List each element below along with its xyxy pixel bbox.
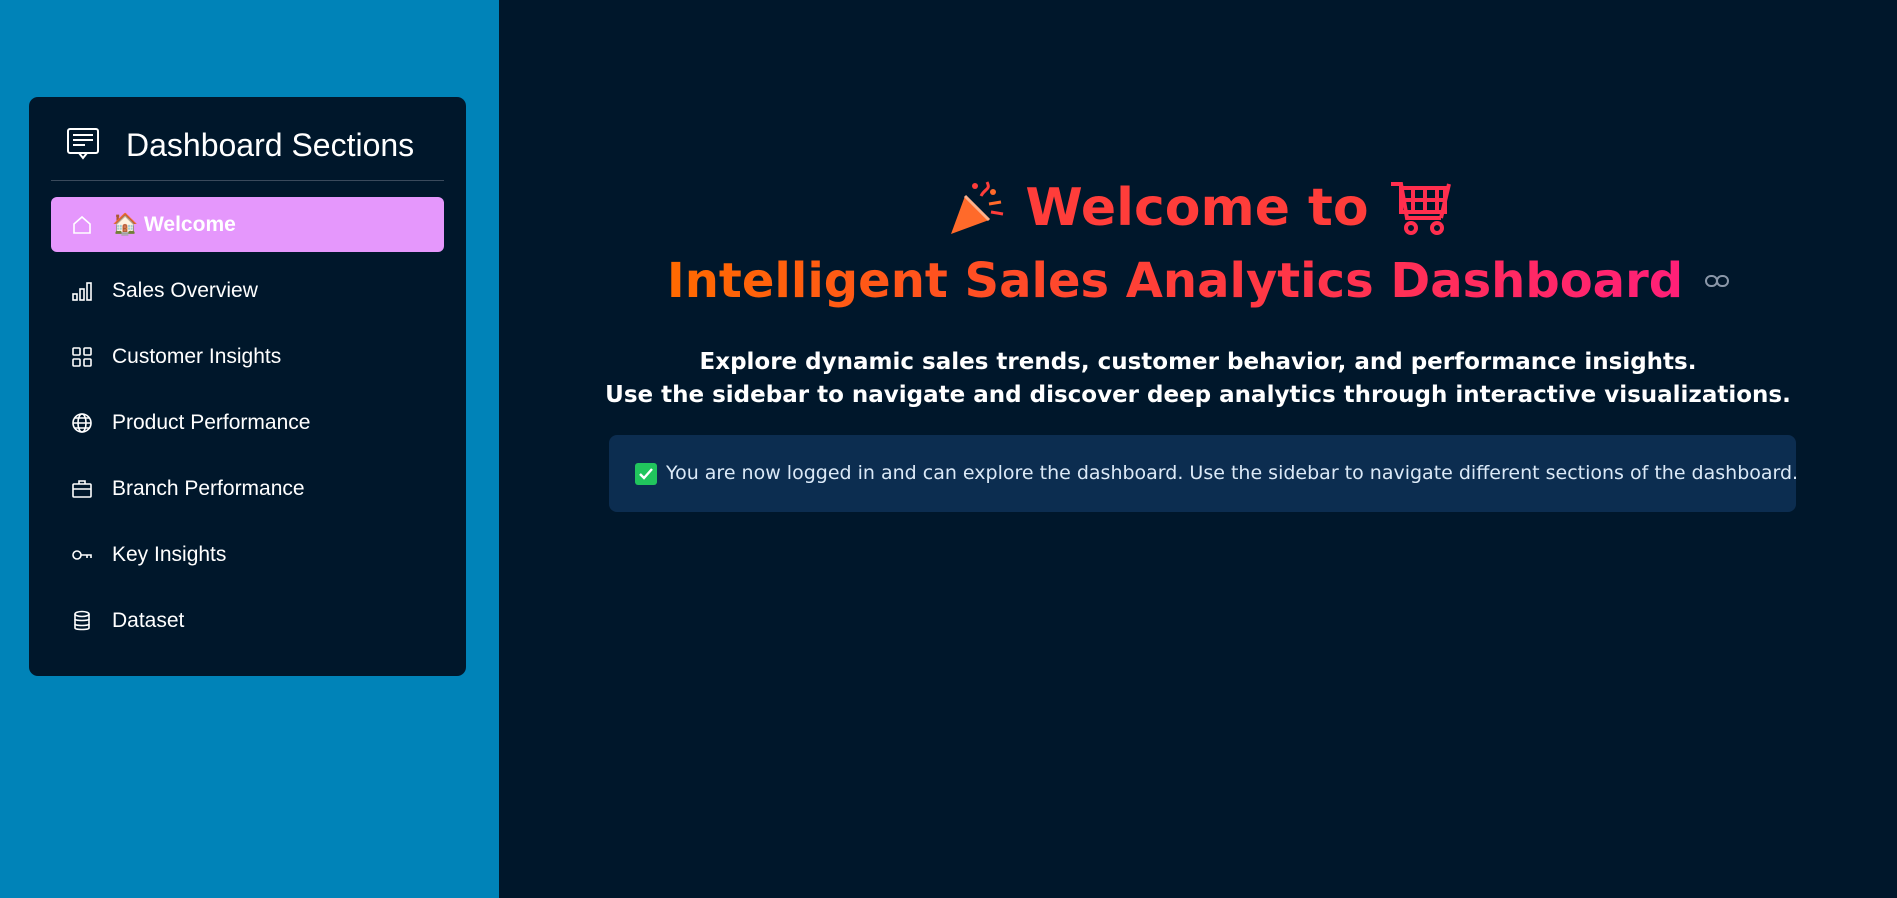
briefcase-icon xyxy=(71,478,93,500)
nav-item-label: Customer Insights xyxy=(112,345,282,368)
hero-title: Welcome to xyxy=(1025,178,1369,238)
nav-item-label: Branch Performance xyxy=(112,477,305,500)
app-root: Dashboard Sections 🏠 Welcome Sales Overv… xyxy=(0,0,1897,898)
grid-icon xyxy=(71,346,93,368)
nav-item-customer-insights[interactable]: Customer Insights xyxy=(51,329,444,384)
check-icon xyxy=(635,463,657,485)
nav-item-label: Product Performance xyxy=(112,411,311,434)
hero-heading-line1: Welcome to xyxy=(499,170,1897,246)
shopping-cart-icon xyxy=(1387,178,1451,238)
subtitle: Explore dynamic sales trends, customer b… xyxy=(499,346,1897,412)
link-icon[interactable] xyxy=(1705,273,1730,289)
alert-message: You are now logged in and can explore th… xyxy=(666,462,1799,484)
nav-item-sales-overview[interactable]: Sales Overview xyxy=(51,263,444,318)
subtitle-line-2: Use the sidebar to navigate and discover… xyxy=(605,382,1791,408)
party-popper-icon xyxy=(945,178,1007,238)
nav-title: Dashboard Sections xyxy=(126,127,415,163)
nav-header: Dashboard Sections xyxy=(29,119,466,169)
database-icon xyxy=(71,610,93,632)
hero-heading-line2: Intelligent Sales Analytics Dashboard xyxy=(499,248,1897,314)
nav-list: 🏠 Welcome Sales Overview Customer Insigh… xyxy=(51,197,444,659)
nav-divider xyxy=(51,180,444,181)
subtitle-line-1: Explore dynamic sales trends, customer b… xyxy=(699,349,1697,375)
nav-item-product-performance[interactable]: Product Performance xyxy=(51,395,444,450)
nav-item-label: Key Insights xyxy=(112,543,227,566)
globe-icon xyxy=(71,412,93,434)
main-content: Welcome to Intelligent Sales Analytics D… xyxy=(499,0,1897,898)
nav-menu: Dashboard Sections 🏠 Welcome Sales Overv… xyxy=(29,97,466,676)
success-alert: You are now logged in and can explore th… xyxy=(609,435,1799,512)
house-icon xyxy=(71,214,93,236)
dashboard-title: Intelligent Sales Analytics Dashboard xyxy=(667,248,1683,314)
key-icon xyxy=(71,544,93,566)
nav-item-branch-performance[interactable]: Branch Performance xyxy=(51,461,444,516)
bar-chart-icon xyxy=(71,280,93,302)
menu-card-icon xyxy=(65,125,101,161)
sidebar: Dashboard Sections 🏠 Welcome Sales Overv… xyxy=(0,0,499,898)
nav-item-welcome[interactable]: 🏠 Welcome xyxy=(51,197,444,252)
nav-item-label: Sales Overview xyxy=(112,279,258,302)
nav-item-label: Dataset xyxy=(112,609,185,632)
nav-item-label: 🏠 Welcome xyxy=(112,213,236,236)
nav-item-key-insights[interactable]: Key Insights xyxy=(51,527,444,582)
nav-item-dataset[interactable]: Dataset xyxy=(51,593,444,648)
